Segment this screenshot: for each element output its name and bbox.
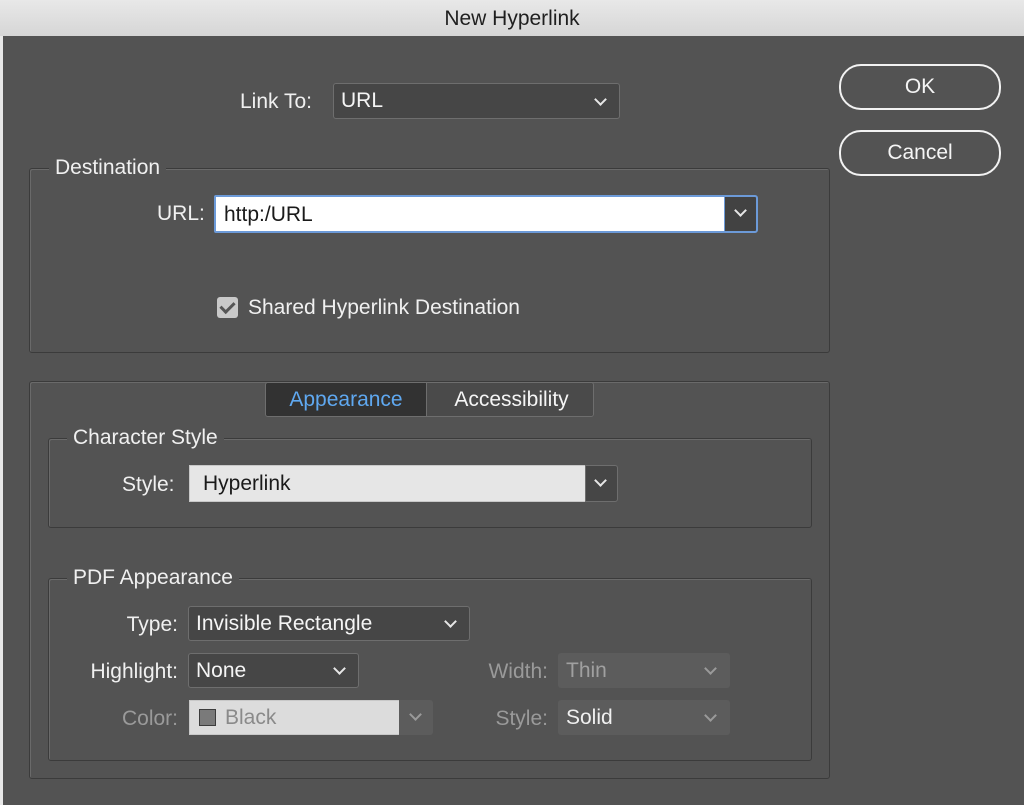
shared-destination-label: Shared Hyperlink Destination — [248, 296, 520, 319]
color-dropdown-button — [399, 700, 433, 735]
tab-accessibility[interactable]: Accessibility — [426, 383, 593, 416]
checkmark-icon — [219, 297, 236, 315]
title-bar: New Hyperlink — [0, 0, 1024, 37]
char-style-dropdown-button[interactable] — [585, 465, 618, 502]
chevron-down-icon — [333, 662, 346, 675]
color-value: Black — [225, 706, 277, 729]
color-field: Black — [189, 700, 400, 735]
destination-legend: Destination — [49, 156, 167, 180]
chevron-down-icon — [409, 708, 422, 721]
chevron-down-icon — [444, 615, 457, 628]
link-to-value: URL — [341, 89, 384, 112]
cancel-button[interactable]: Cancel — [839, 130, 1001, 176]
chevron-down-icon — [594, 474, 607, 487]
color-label: Color: — [121, 707, 178, 730]
char-style-label: Style: — [122, 473, 175, 496]
width-value: Thin — [566, 658, 607, 682]
color-swatch — [199, 709, 216, 726]
ok-button[interactable]: OK — [839, 64, 1001, 110]
link-to-label: Link To: — [240, 90, 312, 113]
url-label: URL: — [157, 202, 205, 225]
type-label: Type: — [126, 613, 178, 636]
highlight-dropdown[interactable]: None — [188, 653, 359, 688]
window-title: New Hyperlink — [444, 7, 580, 30]
url-value: http:/URL — [224, 203, 313, 226]
shared-destination-checkbox[interactable] — [217, 297, 238, 318]
character-style-legend: Character Style — [67, 426, 224, 450]
pdf-appearance-legend: PDF Appearance — [67, 566, 239, 590]
width-label: Width: — [488, 660, 548, 683]
chevron-down-icon — [594, 93, 607, 106]
url-input[interactable]: http:/URL — [214, 195, 726, 233]
char-style-field[interactable]: Hyperlink — [189, 465, 586, 502]
border-style-value: Solid — [566, 705, 613, 729]
type-dropdown[interactable]: Invisible Rectangle — [188, 606, 470, 641]
url-history-button[interactable] — [724, 195, 758, 233]
highlight-label: Highlight: — [90, 660, 178, 683]
border-style-dropdown: Solid — [558, 700, 730, 735]
chevron-down-icon — [734, 204, 747, 217]
type-value: Invisible Rectangle — [196, 611, 373, 635]
tab-appearance[interactable]: Appearance — [266, 383, 426, 416]
char-style-value: Hyperlink — [203, 472, 291, 495]
chevron-down-icon — [704, 709, 717, 722]
tab-bar: Appearance Accessibility — [265, 382, 594, 417]
chevron-down-icon — [704, 662, 717, 675]
highlight-value: None — [196, 658, 247, 682]
link-to-dropdown[interactable]: URL — [333, 83, 620, 119]
border-style-label: Style: — [495, 707, 548, 730]
width-dropdown: Thin — [558, 653, 730, 688]
